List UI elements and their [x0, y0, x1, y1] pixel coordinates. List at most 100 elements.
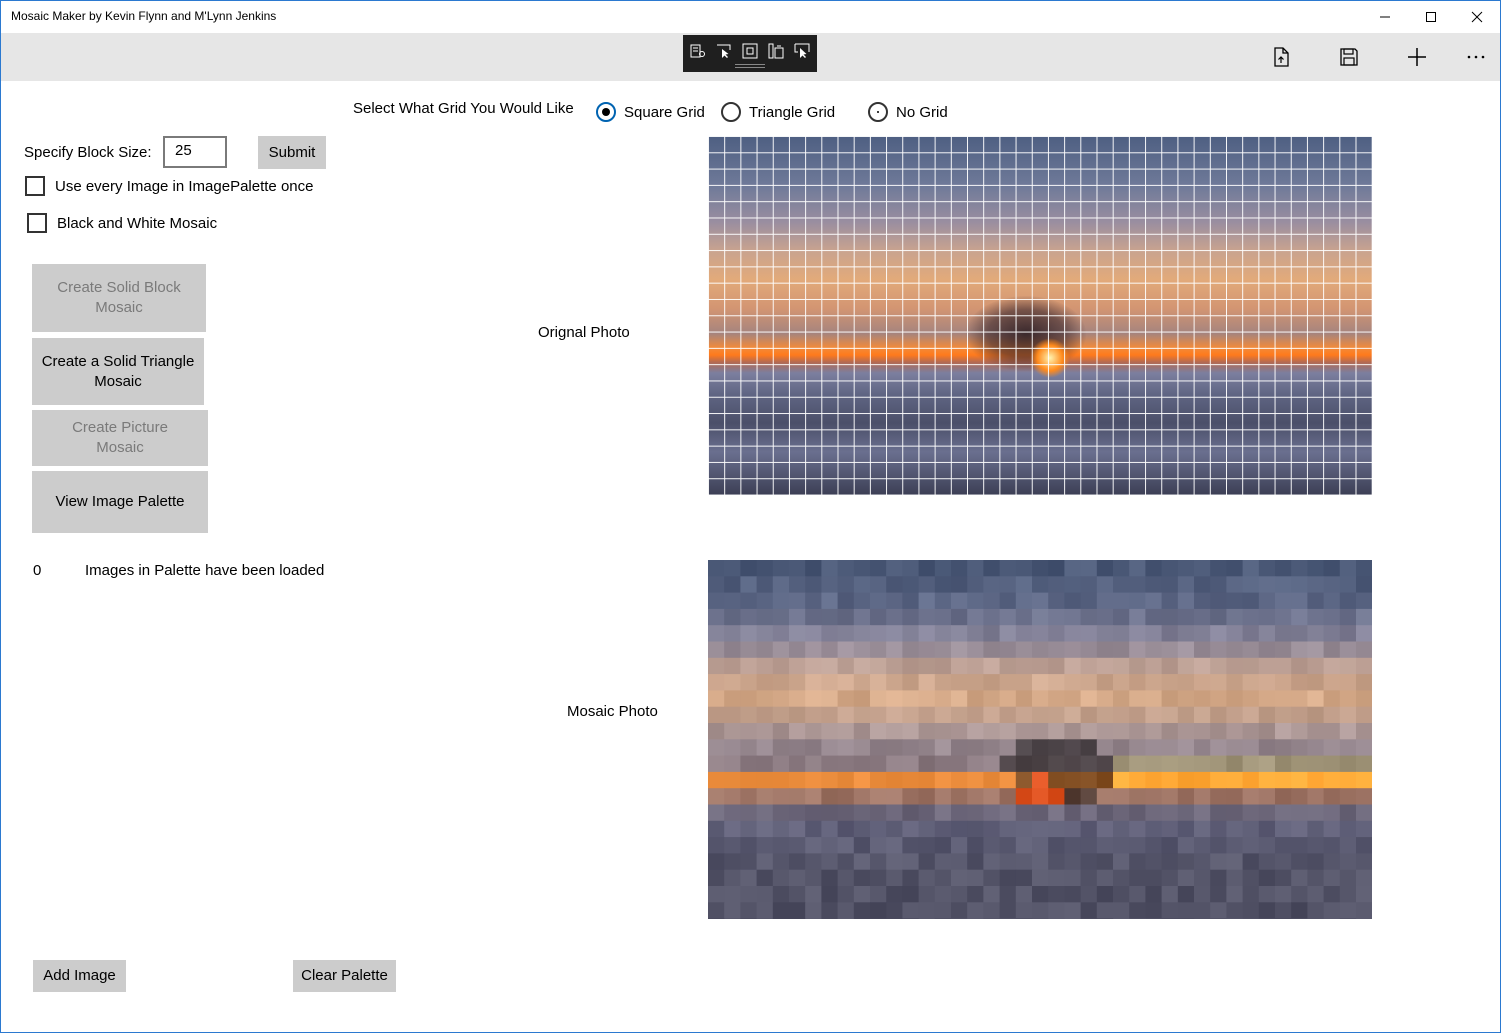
- radio-indicator: [721, 102, 741, 122]
- mosaic-block: [708, 837, 725, 854]
- create-solid-block-mosaic-button[interactable]: Create Solid Block Mosaic: [32, 264, 206, 332]
- mosaic-block: [789, 788, 806, 806]
- mosaic-block: [1339, 788, 1357, 806]
- mosaic-block: [1177, 560, 1195, 577]
- mosaic-block: [1145, 853, 1163, 871]
- mosaic-block: [1145, 739, 1163, 757]
- mosaic-block: [870, 723, 887, 740]
- mosaic-block: [821, 820, 839, 838]
- mosaic-block: [1129, 674, 1146, 691]
- mosaic-block: [1356, 706, 1372, 724]
- toolbar-grip[interactable]: [735, 64, 765, 68]
- mosaic-block: [805, 560, 822, 577]
- display-layout-adorners-button[interactable]: [740, 41, 760, 61]
- more-button[interactable]: [1452, 33, 1500, 81]
- mosaic-block: [1129, 788, 1146, 806]
- mosaic-block: [886, 869, 903, 887]
- mosaic-block: [1339, 690, 1357, 708]
- use-every-image-checkbox[interactable]: Use every Image in ImagePalette once: [25, 176, 313, 196]
- close-button[interactable]: [1454, 1, 1500, 33]
- clear-palette-button[interactable]: Clear Palette: [293, 960, 396, 992]
- black-white-checkbox[interactable]: Black and White Mosaic: [27, 213, 217, 233]
- open-file-button[interactable]: [1257, 33, 1305, 81]
- create-solid-triangle-mosaic-button[interactable]: Create a Solid Triangle Mosaic: [32, 338, 204, 405]
- mosaic-block: [708, 771, 725, 789]
- mosaic-block: [1032, 804, 1049, 822]
- mosaic-block: [1015, 706, 1033, 724]
- mosaic-block: [1064, 592, 1082, 610]
- mosaic-block: [1080, 804, 1098, 822]
- grid-prompt-label: Select What Grid You Would Like: [353, 100, 574, 117]
- mosaic-block: [708, 625, 725, 643]
- add-button[interactable]: [1393, 33, 1441, 81]
- no-grid-radio[interactable]: No Grid: [868, 102, 948, 122]
- square-grid-radio[interactable]: Square Grid: [596, 102, 705, 122]
- mosaic-block: [1015, 592, 1033, 610]
- mosaic-block: [724, 886, 741, 903]
- select-element-button[interactable]: [714, 41, 734, 61]
- mosaic-block: [853, 771, 871, 789]
- mosaic-block: [902, 902, 920, 919]
- mosaic-block: [1258, 657, 1276, 675]
- mosaic-block: [1096, 755, 1114, 773]
- mosaic-block: [1015, 902, 1033, 919]
- maximize-button[interactable]: [1408, 1, 1454, 33]
- mosaic-block: [1015, 690, 1033, 708]
- live-visual-tree-button[interactable]: [688, 41, 708, 61]
- mosaic-block: [1323, 657, 1341, 675]
- mosaic-block: [1291, 837, 1308, 854]
- track-focus-button[interactable]: [766, 41, 786, 61]
- mosaic-block: [821, 674, 839, 691]
- mosaic-block: [724, 869, 741, 887]
- mosaic-block: [934, 608, 952, 626]
- mosaic-block: [1323, 625, 1341, 643]
- create-picture-mosaic-button[interactable]: Create Picture Mosaic: [32, 410, 208, 466]
- mosaic-block: [1064, 739, 1082, 757]
- mosaic-block: [918, 560, 936, 577]
- mosaic-block: [1048, 755, 1065, 773]
- mosaic-block: [918, 886, 936, 903]
- mosaic-block: [1177, 592, 1195, 610]
- view-image-palette-button[interactable]: View Image Palette: [32, 471, 208, 533]
- mosaic-block: [1307, 853, 1325, 871]
- mosaic-block: [821, 853, 839, 871]
- submit-button[interactable]: Submit: [258, 136, 326, 169]
- mosaic-block: [724, 690, 741, 708]
- mosaic-block: [1177, 771, 1195, 789]
- mosaic-block: [951, 690, 968, 708]
- mosaic-block: [870, 902, 887, 919]
- mosaic-block: [837, 608, 855, 626]
- mosaic-block: [1291, 869, 1308, 887]
- mosaic-block: [1032, 869, 1049, 887]
- mosaic-block: [1339, 869, 1357, 887]
- mosaic-block: [918, 755, 936, 773]
- mosaic-block: [853, 592, 871, 610]
- mosaic-block: [853, 657, 871, 675]
- mosaic-block: [772, 886, 790, 903]
- triangle-grid-radio[interactable]: Triangle Grid: [721, 102, 835, 122]
- mosaic-block: [724, 804, 741, 822]
- mosaic-block: [1177, 788, 1195, 806]
- mosaic-block: [756, 576, 774, 594]
- mosaic-block: [1161, 837, 1179, 854]
- mosaic-block: [1080, 723, 1098, 740]
- mosaic-block: [805, 592, 822, 610]
- mosaic-block: [756, 886, 774, 903]
- mosaic-block: [870, 739, 887, 757]
- mosaic-block: [902, 690, 920, 708]
- mosaic-block: [708, 869, 725, 887]
- add-image-button[interactable]: Add Image: [33, 960, 126, 992]
- minimize-button[interactable]: [1362, 1, 1408, 33]
- mosaic-block: [1145, 674, 1163, 691]
- block-size-input[interactable]: 25: [163, 136, 227, 168]
- mosaic-block: [1275, 771, 1292, 789]
- save-button[interactable]: [1325, 33, 1373, 81]
- mosaic-block: [740, 755, 758, 773]
- mosaic-block: [1194, 853, 1211, 871]
- preview-selection-button[interactable]: [792, 41, 812, 61]
- mosaic-block: [821, 690, 839, 708]
- mosaic-block: [821, 771, 839, 789]
- mosaic-block: [1307, 706, 1325, 724]
- mosaic-block: [1048, 837, 1065, 854]
- mosaic-block: [1096, 820, 1114, 838]
